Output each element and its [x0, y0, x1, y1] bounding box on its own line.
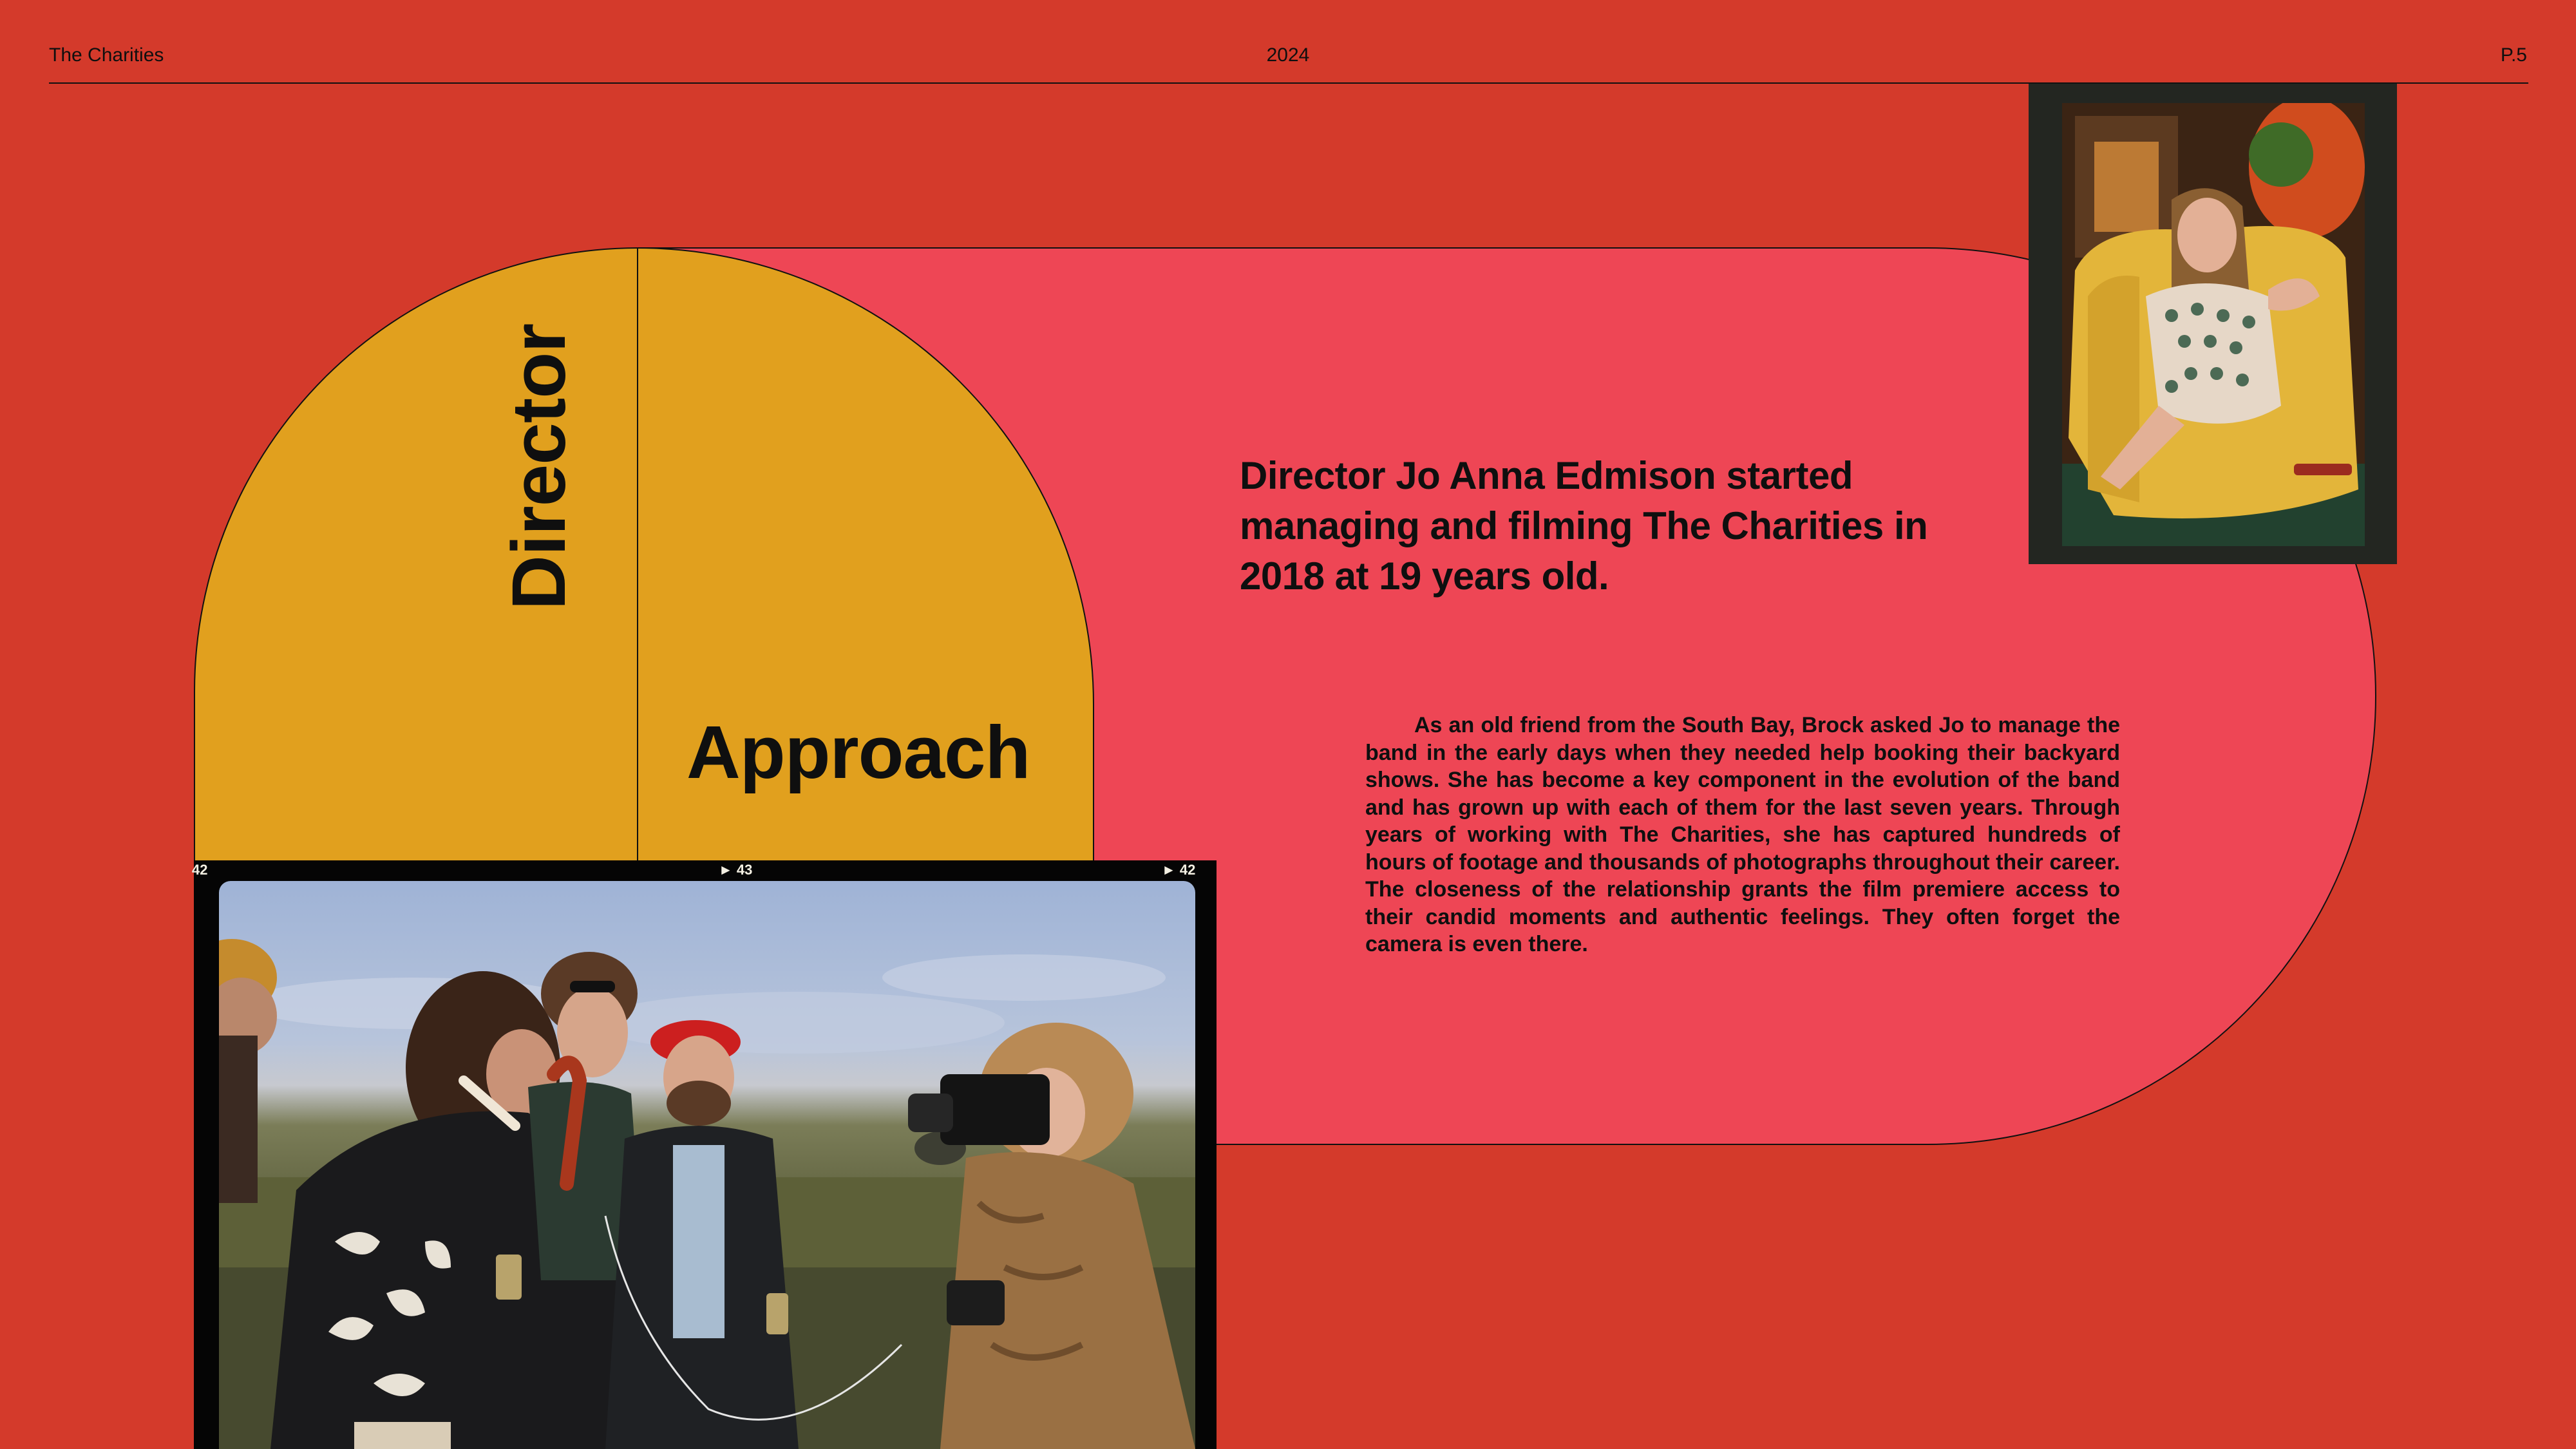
- page-number: P.5: [2500, 44, 2527, 66]
- header-year: 2024: [1266, 44, 1310, 66]
- band-field-illustration: [219, 939, 1195, 1449]
- section-word-director: Director: [497, 323, 582, 611]
- lead-paragraph: Director Jo Anna Edmison started managin…: [1240, 454, 1928, 598]
- band-field-photo: [219, 881, 1195, 1449]
- frame-number-right: ► 42: [1162, 862, 1196, 878]
- frame-number-left: 42: [192, 862, 208, 878]
- woman-armchair-photo: [2062, 103, 2365, 546]
- section-word-approach: Approach: [687, 710, 1030, 794]
- body-paragraph: As an old friend from the South Bay, Bro…: [1365, 713, 2120, 956]
- woman-armchair-illustration: [2062, 103, 2365, 546]
- frame-number-middle: ► 43: [719, 862, 753, 878]
